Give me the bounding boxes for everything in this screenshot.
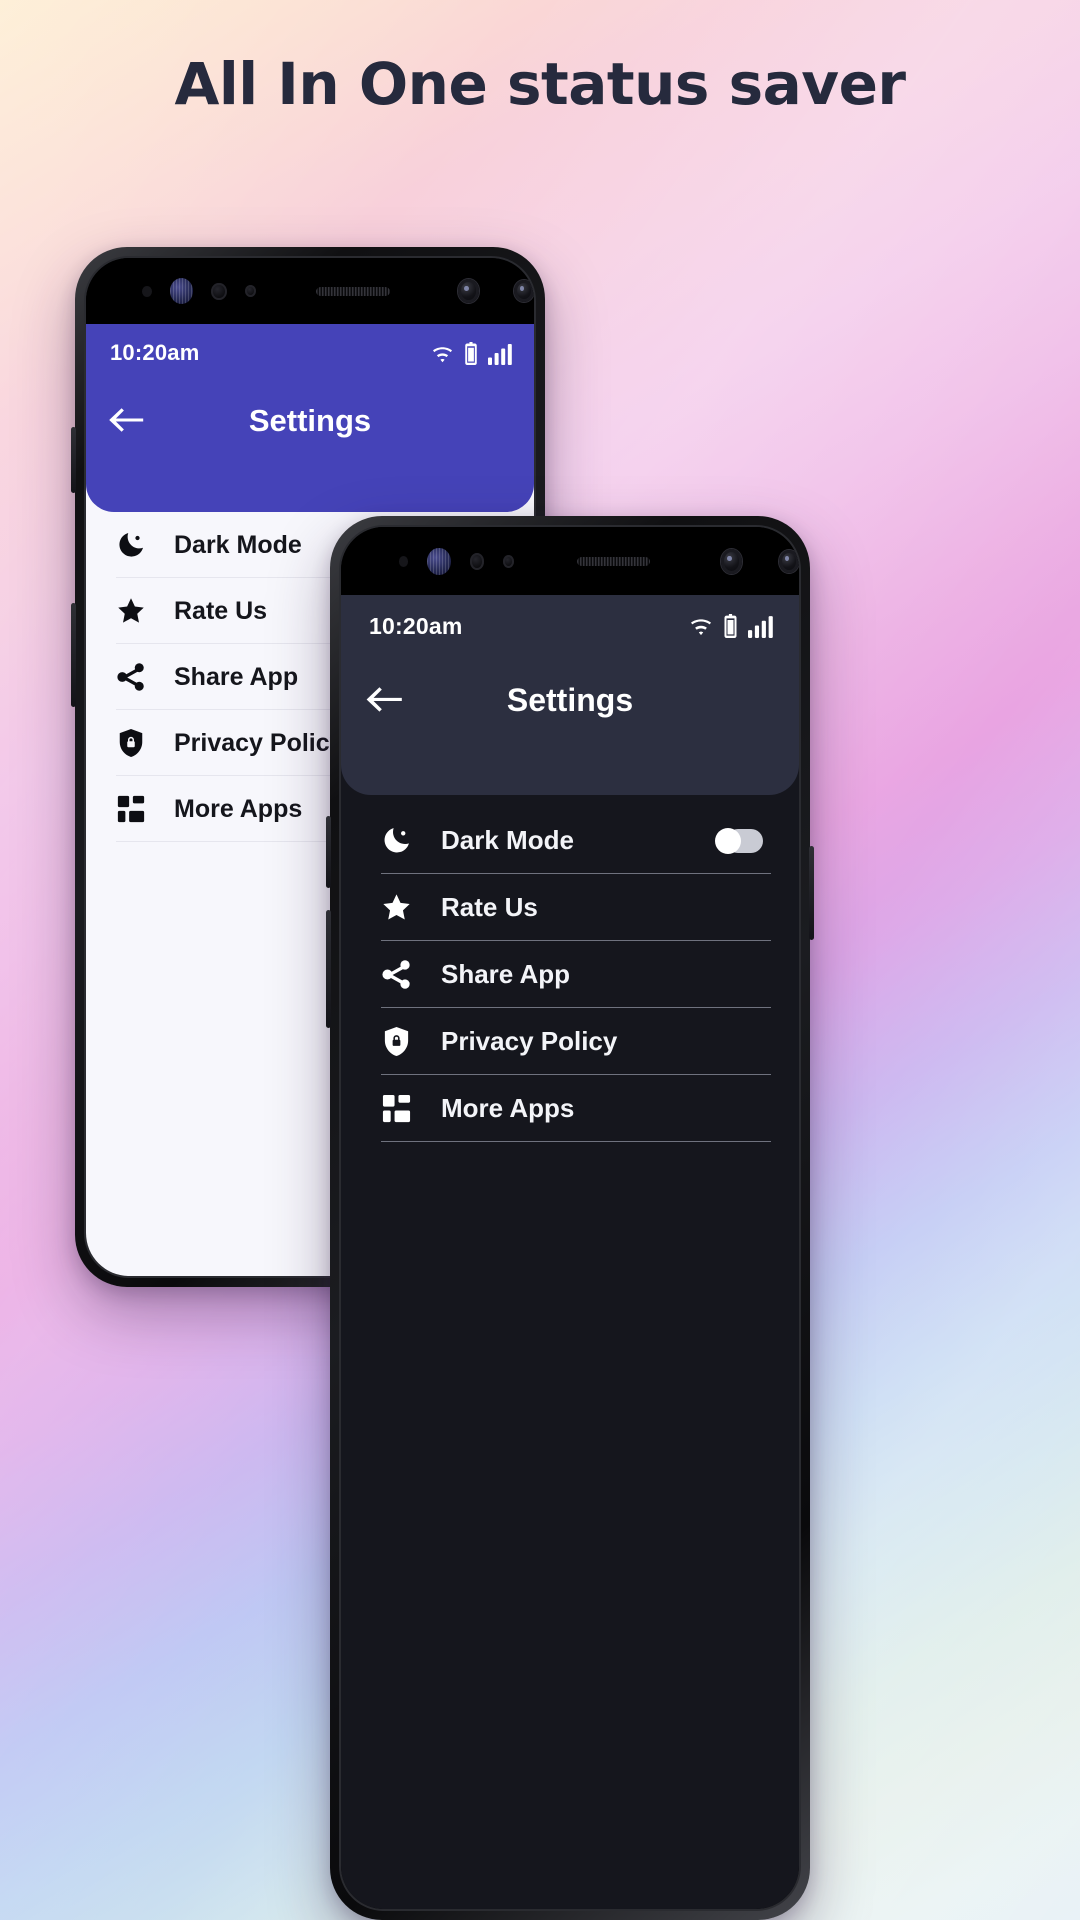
phone-mockup-dark: 10:20am Settings Dark Mode Rate Us Share… — [326, 516, 814, 1920]
status-icons — [689, 614, 773, 638]
phone-dark-power-button — [809, 846, 814, 940]
phone-dark-side-button-left-upper — [326, 816, 331, 888]
wifi-icon — [689, 618, 713, 638]
settings-row-label: Share App — [441, 959, 571, 989]
settings-row-privacy-policy[interactable]: Privacy Policy — [341, 1008, 799, 1075]
shield-lock-icon — [116, 728, 146, 758]
signal-bars-icon — [488, 343, 512, 365]
battery-icon — [723, 614, 738, 638]
iris-scanner-icon — [427, 547, 451, 575]
earpiece-speaker-icon — [577, 556, 650, 566]
settings-row-label: Privacy Policy — [174, 728, 344, 757]
settings-row-label: Dark Mode — [174, 530, 302, 559]
phone-light-app-bar: Settings — [86, 382, 534, 460]
moon-icon — [116, 530, 146, 560]
phone-light-side-button-upper — [71, 427, 76, 493]
phone-dark-screen: 10:20am Settings Dark Mode Rate Us Share… — [341, 595, 799, 1909]
secondary-sensor-icon — [244, 285, 256, 297]
row-divider — [381, 1141, 771, 1142]
front-camera-icon — [720, 548, 743, 574]
phone-dark-sensor-bar — [341, 527, 799, 595]
settings-row-rate-us[interactable]: Rate Us — [341, 874, 799, 941]
share-icon — [381, 959, 412, 990]
star-icon — [116, 596, 146, 626]
iris-scanner-icon — [169, 278, 194, 304]
settings-row-label: Privacy Policy — [441, 1026, 618, 1056]
front-camera-secondary-icon — [779, 549, 799, 573]
settings-row-label: Dark Mode — [441, 825, 574, 855]
phone-light-side-button-lower — [71, 603, 76, 707]
light-sensor-icon — [469, 552, 485, 570]
settings-row-label: Rate Us — [174, 596, 268, 625]
phone-dark-settings-list: Dark Mode Rate Us Share App Privacy Poli… — [341, 807, 799, 1142]
earpiece-speaker-icon — [315, 286, 390, 296]
grid-apps-icon — [381, 1093, 412, 1124]
wifi-icon — [431, 346, 454, 365]
settings-row-label: Share App — [174, 662, 299, 691]
moon-icon — [381, 825, 412, 856]
secondary-sensor-icon — [503, 554, 515, 568]
status-time: 10:20am — [110, 340, 200, 365]
app-bar-title: Settings — [248, 403, 372, 438]
toggle-thumb — [715, 827, 741, 854]
front-camera-secondary-icon — [514, 280, 534, 302]
signal-bars-icon — [748, 616, 773, 638]
dark-mode-toggle[interactable] — [715, 827, 763, 854]
phone-light-status-bar: 10:20am — [86, 324, 534, 382]
grid-apps-icon — [116, 794, 146, 824]
proximity-sensor-icon — [399, 555, 409, 567]
star-icon — [381, 892, 412, 923]
share-icon — [116, 662, 146, 692]
settings-row-share-app[interactable]: Share App — [341, 941, 799, 1008]
phone-dark-side-button-left-lower — [326, 910, 331, 1028]
settings-row-label: More Apps — [441, 1093, 575, 1123]
app-bar-title: Settings — [506, 681, 634, 718]
battery-icon — [464, 341, 478, 365]
phone-dark-status-bar: 10:20am — [341, 595, 799, 657]
front-camera-icon — [457, 279, 480, 303]
status-time: 10:20am — [369, 612, 463, 639]
phone-light-sensor-bar — [86, 258, 534, 324]
proximity-sensor-icon — [142, 285, 152, 297]
page-title: All In One status saver — [174, 50, 906, 118]
settings-row-label: Rate Us — [441, 892, 538, 922]
settings-row-label: More Apps — [174, 794, 303, 823]
light-sensor-icon — [211, 282, 227, 300]
settings-row-dark-mode[interactable]: Dark Mode — [341, 807, 799, 874]
phone-dark-app-bar: Settings — [341, 657, 799, 743]
status-icons — [431, 341, 512, 365]
settings-row-more-apps[interactable]: More Apps — [341, 1075, 799, 1142]
shield-lock-icon — [381, 1026, 412, 1057]
